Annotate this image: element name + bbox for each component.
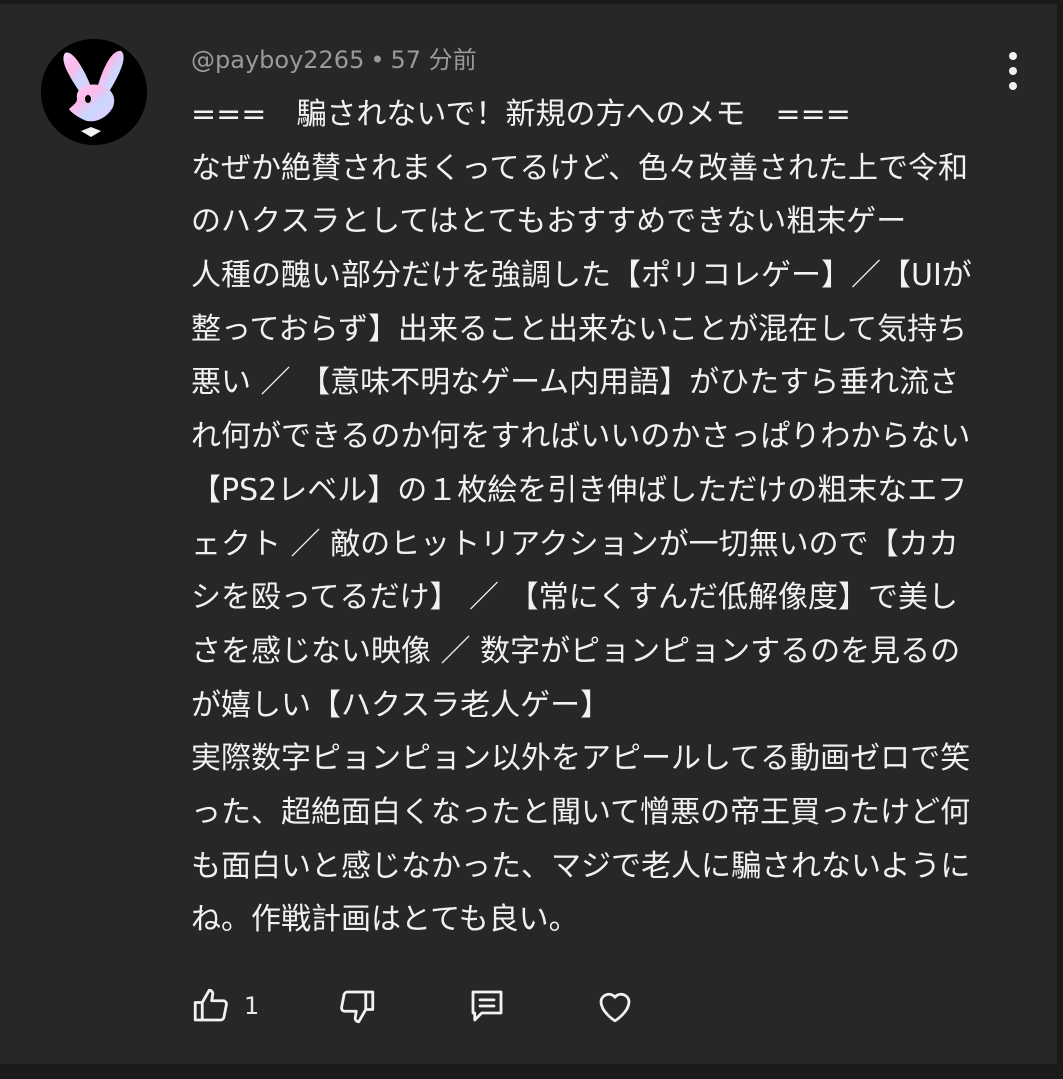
like-button[interactable]: 1 xyxy=(190,982,259,1030)
heart-icon xyxy=(599,992,631,1023)
like-count: 1 xyxy=(244,992,260,1020)
comment-line: 実際数字ピョンピョン以外をアピールしてる動画ゼロで笑 xyxy=(191,741,971,777)
dislike-button[interactable] xyxy=(336,982,378,1030)
comment-line: ね。作戦計画はとても良い。 xyxy=(191,902,579,938)
comment-line: シを殴ってるだけ】 ／ 【常にくすんだ低解像度】で美し xyxy=(191,580,958,616)
thumbs-up-icon xyxy=(193,988,228,1022)
comment-line: のハクスラとしてはとてもおすすめできない粗末ゲー xyxy=(191,204,907,240)
comment-line: 整っておらず】出来ること出来ないことが混在して気持ち xyxy=(191,311,968,347)
comment-line: さを感じない映像 ／ 数字がピョンピョンするのを見るの xyxy=(191,633,961,669)
menu-dot xyxy=(1009,67,1017,75)
thumbs-down-icon xyxy=(340,990,375,1024)
comment-meta: @payboy2265 • 57 分前 xyxy=(191,42,477,78)
reply-button[interactable] xyxy=(466,982,508,1030)
bunny-logo-icon xyxy=(41,39,147,145)
comment-line: 悪い ／ 【意味不明なゲーム内用語】がひたすら垂れ流さ xyxy=(191,365,960,401)
comment-timestamp[interactable]: 57 分前 xyxy=(391,46,477,74)
reply-comment-icon xyxy=(471,990,503,1022)
comment-line: === 騙されないで！新規の方へのメモ === xyxy=(191,97,851,132)
comment-line: が嬉しい【ハクスラ老人ゲー】 xyxy=(191,687,611,723)
comment-line: も面白いと感じなかった、マジで老人に騙されないように xyxy=(191,848,971,884)
heart-button[interactable] xyxy=(594,982,636,1030)
avatar[interactable] xyxy=(41,39,147,145)
comment-body: === 騙されないで！新規の方へのメモ === なぜか絶賛されまくってるけど、色… xyxy=(191,88,1021,947)
comment-line: 【PS2レベル】の１枚絵を引き伸ばしただけの粗末なエフ xyxy=(191,472,968,508)
comment-line: れ何ができるのか何をすればいいのかさっぱりわからない xyxy=(191,419,971,455)
author-handle[interactable]: @payboy2265 xyxy=(191,46,364,74)
more-vertical-icon xyxy=(1009,52,1017,60)
meta-separator: • xyxy=(370,46,385,74)
comment-card: @payboy2265 • 57 分前 === 騙されないで！新規の方へのメモ ==… xyxy=(0,4,1057,1064)
comment-line: った、超絶面白くなったと聞いて憎悪の帝王買ったけど何 xyxy=(191,794,971,830)
comment-line: 人種の醜い部分だけを強調した【ポリコレゲー】／【UIが xyxy=(191,258,972,294)
more-options-button[interactable] xyxy=(996,50,1030,92)
comment-line: なぜか絶賛されまくってるけど、色々改善された上で令和 xyxy=(191,150,968,186)
comment-line: ェクト ／ 敵のヒットリアクションが一切無いので【カカ xyxy=(191,526,959,562)
